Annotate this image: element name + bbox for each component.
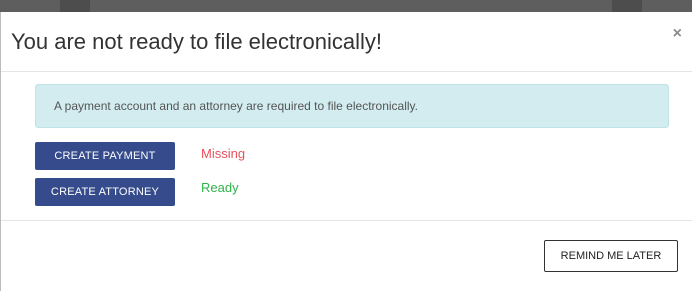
modal-body: A payment account and an attorney are re… — [1, 72, 692, 221]
page-backdrop — [0, 0, 692, 12]
remind-me-later-button[interactable]: REMIND ME LATER — [544, 240, 678, 272]
modal-header: You are not ready to file electronically… — [1, 12, 692, 72]
create-attorney-button[interactable]: CREATE ATTORNEY — [35, 178, 175, 206]
attorney-status: Ready — [201, 180, 239, 195]
info-alert: A payment account and an attorney are re… — [35, 84, 669, 128]
backdrop-element — [612, 0, 642, 12]
create-payment-button[interactable]: CREATE PAYMENT — [35, 142, 175, 170]
close-icon[interactable]: × — [673, 26, 682, 42]
payment-status: Missing — [201, 146, 246, 161]
not-ready-modal: You are not ready to file electronically… — [0, 12, 692, 291]
modal-footer: REMIND ME LATER — [1, 221, 692, 291]
modal-title: You are not ready to file electronically… — [11, 29, 382, 54]
backdrop-element — [60, 0, 90, 12]
